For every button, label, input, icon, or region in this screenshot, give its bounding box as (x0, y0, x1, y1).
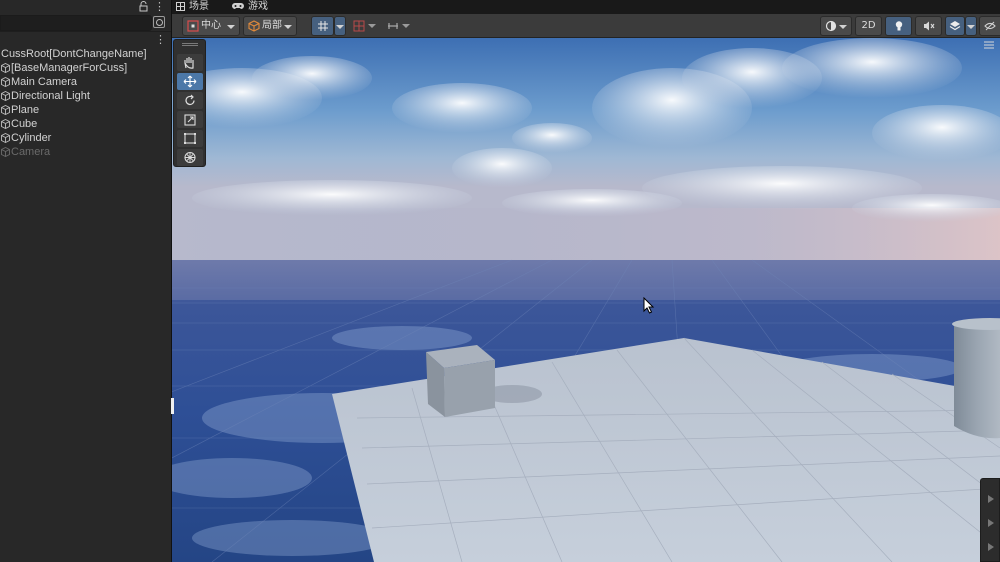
move-arrows-icon (183, 75, 197, 88)
hierarchy-header: ⋮ (0, 0, 171, 14)
chevron-down-icon (839, 25, 847, 29)
grid-snapping-button[interactable] (311, 16, 334, 36)
visibility-toggle[interactable] (979, 16, 1000, 36)
lighting-toggle[interactable] (885, 16, 912, 36)
lightbulb-icon (895, 21, 903, 31)
effects-layers-icon (949, 21, 961, 31)
hierarchy-item-label: Main Camera (11, 76, 78, 88)
hierarchy-item-cussroot[interactable]: CussRoot[DontChangeName] (0, 47, 171, 61)
tab-game[interactable]: 游戏 (232, 0, 288, 14)
hierarchy-item-cube[interactable]: Cube (0, 117, 171, 131)
tab-scene[interactable]: 场景 (176, 0, 228, 14)
scene-menu-icon[interactable]: ⋮ (155, 33, 166, 46)
tab-label: 游戏 (248, 1, 268, 12)
snap-increment-icon (353, 20, 365, 32)
hierarchy-menu-icon[interactable]: ⋮ (154, 0, 165, 13)
chevron-down-icon (284, 25, 292, 29)
increment-snap-dropdown[interactable] (366, 16, 378, 36)
gamepad-icon (232, 3, 244, 9)
pivot-dropdown[interactable]: 中心 (182, 16, 240, 36)
chevron-down-icon (967, 25, 975, 29)
mouse-cursor-icon (643, 297, 655, 314)
hierarchy-item-main-camera[interactable]: Main Camera (0, 75, 171, 89)
rotate-tool[interactable] (177, 92, 203, 109)
hidden-objects-icon (984, 21, 996, 31)
move-tool[interactable] (177, 73, 203, 90)
hierarchy-item-cylinder[interactable]: Cylinder (0, 131, 171, 145)
hierarchy-search-input[interactable] (0, 15, 152, 31)
pivot-label: 中心 (201, 20, 221, 31)
hierarchy-item-directional-light[interactable]: Directional Light (0, 89, 171, 103)
gameobject-icon (1, 147, 10, 157)
toggle-2d-button[interactable]: 2D (855, 16, 882, 36)
play-arrow-icon[interactable] (988, 543, 994, 551)
hierarchy-item-label: CussRoot[DontChangeName] (1, 48, 147, 60)
hierarchy-item-label: Cube (11, 118, 38, 130)
audio-toggle[interactable] (915, 16, 942, 36)
hierarchy-item-label: Cylinder (11, 132, 52, 144)
tool-palette (173, 39, 206, 167)
play-arrow-icon[interactable] (988, 519, 994, 527)
hierarchy-item-label: Camera (11, 146, 51, 158)
effects-dropdown[interactable] (965, 16, 977, 36)
gameobject-icon (1, 133, 10, 143)
scale-icon (184, 114, 196, 126)
gameobject-icon (1, 105, 10, 115)
scene-view[interactable] (172, 38, 1000, 562)
pivot-icon (187, 20, 199, 32)
scale-tool[interactable] (177, 111, 203, 128)
draw-mode-dropdown[interactable] (820, 16, 852, 36)
hierarchy-item-basemanager[interactable]: [BaseManagerForCuss] (0, 61, 171, 75)
cube-object[interactable] (426, 345, 495, 417)
scene-viewport[interactable] (172, 38, 1000, 562)
chevron-down-icon (227, 25, 235, 29)
grid-snap-dropdown[interactable] (334, 16, 346, 36)
hierarchy-item-label: Directional Light (11, 90, 90, 102)
transform-tool[interactable] (177, 149, 203, 166)
align-button[interactable] (382, 16, 402, 36)
gameobject-icon (1, 77, 10, 87)
horizon-haze (172, 260, 1000, 300)
drag-handle[interactable] (182, 43, 198, 46)
rect-transform-icon (184, 133, 196, 144)
hierarchy-list: CussRoot[DontChangeName] [BaseManagerFor… (0, 47, 171, 159)
cylinder-object[interactable] (952, 318, 1000, 439)
rect-tool[interactable] (177, 130, 203, 147)
hierarchy-item-camera[interactable]: Camera (0, 145, 171, 159)
space-dropdown[interactable]: 局部 (243, 16, 297, 36)
space-label: 局部 (262, 20, 282, 31)
rotate-icon (185, 94, 195, 106)
scene-view-menu-icon[interactable] (982, 40, 996, 50)
chevron-down-icon (336, 25, 344, 29)
increment-snap-button[interactable] (348, 16, 368, 36)
divider (0, 31, 171, 32)
lock-icon[interactable] (139, 1, 148, 12)
hierarchy-item-label: [BaseManagerForCuss] (11, 62, 128, 74)
shading-mode-icon (825, 20, 837, 32)
hierarchy-item-plane[interactable]: Plane (0, 103, 171, 117)
grid-icon (176, 1, 185, 11)
overlay-menu[interactable] (980, 478, 1000, 562)
gameobject-icon (1, 119, 10, 129)
play-arrow-icon[interactable] (988, 495, 994, 503)
align-icon (388, 23, 398, 29)
gameobject-icon (1, 91, 10, 101)
editor-tab-bar: 场景 游戏 (172, 0, 1000, 14)
hierarchy-panel: ⋮ ⋮ CussRoot[DontChangeName] [BaseManage… (0, 0, 171, 562)
toggle-2d-label: 2D (861, 20, 876, 31)
align-dropdown[interactable] (400, 16, 412, 36)
search-icon[interactable] (153, 16, 165, 28)
effects-toggle[interactable] (945, 16, 965, 36)
hand-icon (184, 57, 194, 69)
grid-snap-icon (318, 21, 328, 31)
resize-handle[interactable] (171, 398, 174, 414)
audio-mute-icon (924, 21, 935, 31)
hierarchy-item-label: Plane (11, 104, 40, 116)
tab-label: 场景 (189, 1, 209, 12)
transform-icon (184, 151, 196, 164)
hand-tool[interactable] (177, 54, 203, 71)
scene-toolbar: 中心 局部 2D (172, 14, 1000, 38)
local-space-icon (248, 20, 260, 32)
gameobject-icon (1, 63, 10, 73)
